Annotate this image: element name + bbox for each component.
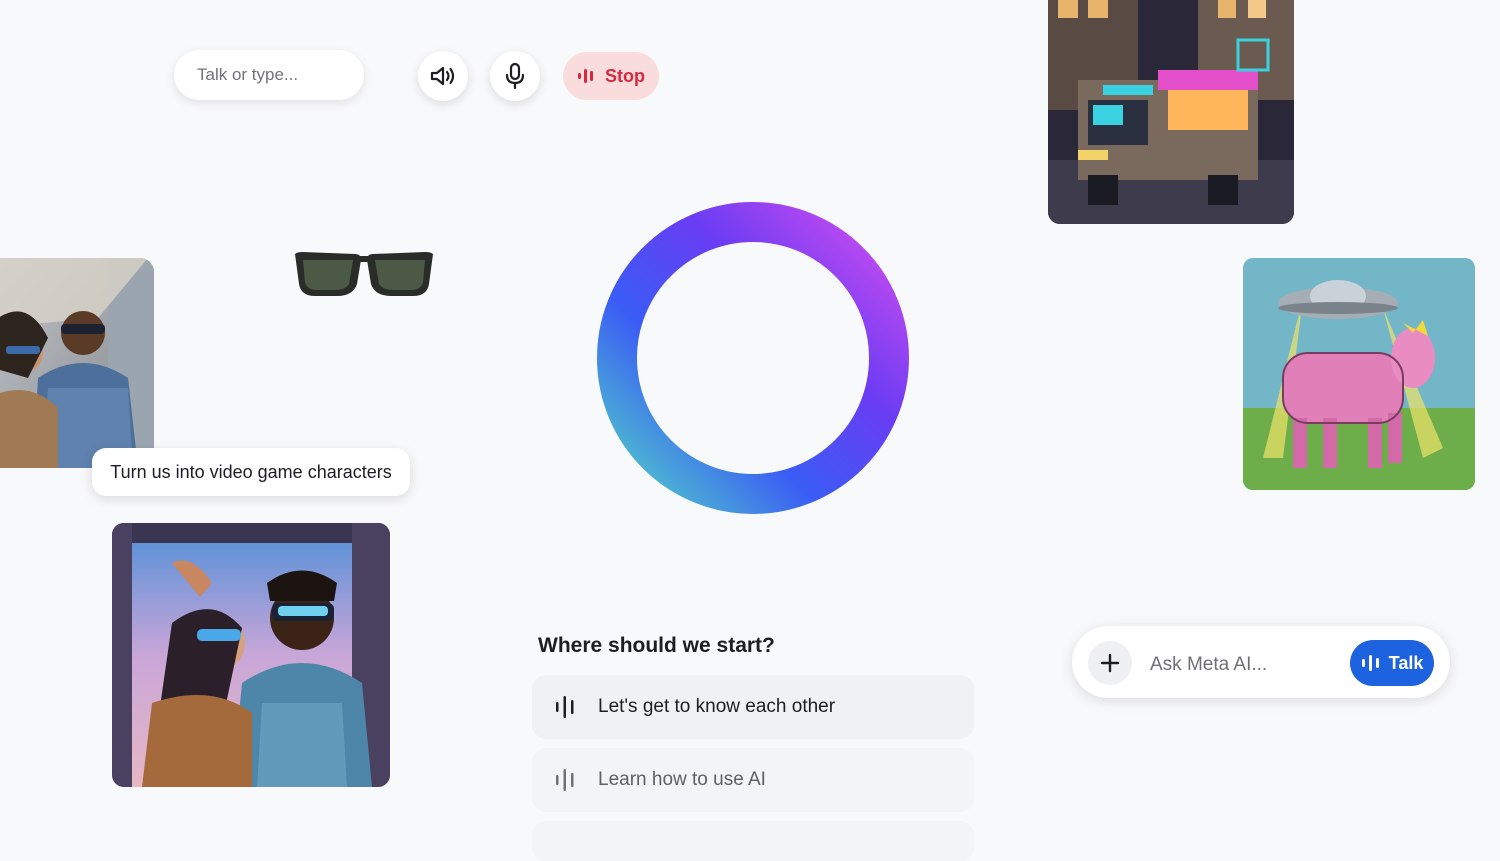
couple-in-car-photo — [0, 258, 154, 468]
voice-wave-icon — [556, 696, 574, 718]
prompt-title: Where should we start? — [538, 634, 775, 657]
suggestion-learn-ai[interactable]: Learn how to use AI — [532, 748, 974, 812]
plus-button[interactable] — [1088, 641, 1132, 685]
suggestion-partial[interactable] — [532, 821, 974, 861]
ask-meta-ai-input[interactable] — [1148, 651, 1342, 679]
talk-button[interactable]: Talk — [1350, 640, 1434, 686]
caption-bubble: Turn us into video game characters — [92, 448, 410, 496]
voice-wave-icon — [1361, 655, 1379, 671]
video-game-couple-illustration — [112, 523, 390, 787]
speaker-icon — [430, 66, 455, 86]
voice-wave-icon — [556, 769, 574, 791]
voice-wave-icon — [578, 69, 593, 83]
talk-or-type-input[interactable] — [195, 64, 349, 86]
talk-or-type-field[interactable] — [174, 50, 364, 100]
pixel-food-truck-image — [1048, 0, 1294, 224]
suggestion-label: Learn how to use AI — [598, 769, 766, 790]
microphone-icon — [505, 62, 525, 90]
suggestion-label: Let's get to know each other — [598, 696, 836, 717]
plus-icon — [1100, 653, 1120, 673]
talk-label: Talk — [1388, 652, 1424, 673]
meta-ai-orb — [596, 201, 910, 515]
ufo-cow-illustration — [1243, 258, 1475, 490]
stop-button[interactable]: Stop — [563, 52, 659, 100]
microphone-button[interactable] — [490, 51, 540, 101]
stop-label: Stop — [605, 65, 645, 86]
speaker-button[interactable] — [418, 51, 468, 101]
caption-text: Turn us into video game characters — [110, 461, 392, 482]
sunglasses-image — [293, 250, 435, 300]
suggestion-get-to-know[interactable]: Let's get to know each other — [532, 675, 974, 739]
